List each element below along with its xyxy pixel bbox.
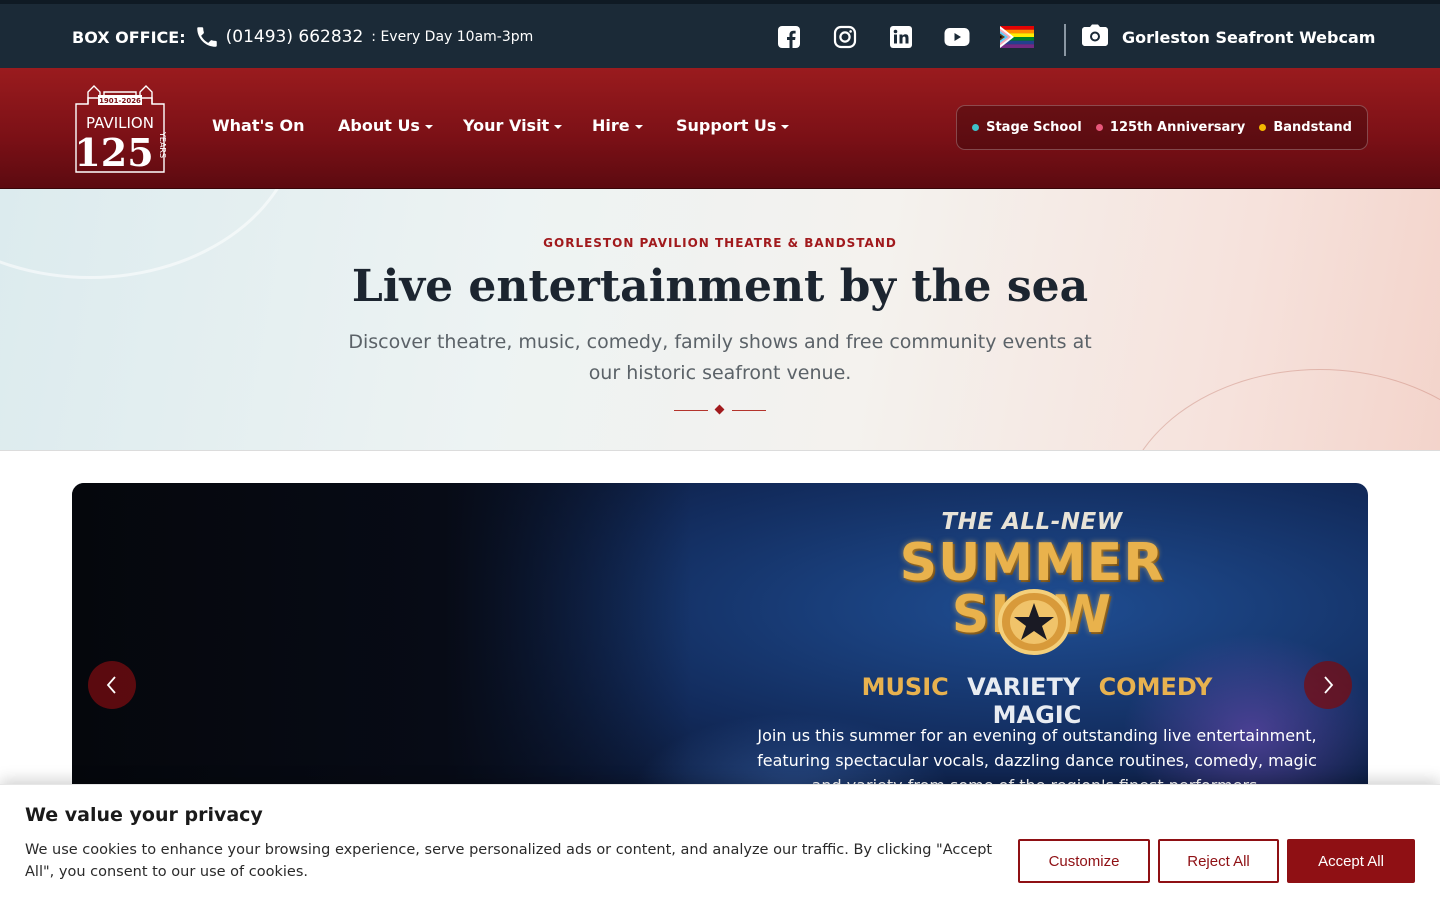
carousel-next-button[interactable] (1304, 661, 1352, 709)
nav-whats-on[interactable]: What's On (212, 116, 304, 135)
nav-hire[interactable]: Hire (592, 116, 643, 135)
chevron-left-icon (106, 676, 116, 694)
facebook-icon[interactable] (776, 22, 802, 52)
genre-variety: VARIETY (967, 673, 1081, 701)
show-kicker: THE ALL-NEW (941, 509, 1123, 535)
logo-number: 125 (74, 130, 153, 174)
divider-ornament (674, 404, 766, 415)
logo-suffix: YEARS (158, 131, 166, 158)
webcam-link[interactable]: Gorleston Seafront Webcam (1082, 22, 1375, 52)
chevron-down-icon (424, 124, 433, 129)
phone-number-link[interactable]: (01493) 662832 (226, 27, 364, 47)
decorative-arc (1120, 369, 1440, 450)
pavilion-125-logo[interactable]: 1901-2026 PAVILION 125 YEARS (74, 82, 167, 175)
customize-button[interactable]: Customize (1018, 839, 1150, 883)
main-navigation: 1901-2026 PAVILION 125 YEARS What's On A… (0, 68, 1440, 189)
genre-comedy: COMEDY (1098, 673, 1213, 701)
youtube-icon[interactable] (942, 22, 972, 52)
webcam-label: Gorleston Seafront Webcam (1122, 27, 1376, 47)
nav-support-us-label: Support Us (676, 116, 777, 135)
genre-music: MUSIC (861, 673, 949, 701)
nav-about-us-label: About Us (338, 116, 420, 135)
cookie-title: We value your privacy (25, 804, 263, 826)
nav-hire-label: Hire (592, 116, 630, 135)
chevron-right-icon (1324, 676, 1334, 694)
teal-dot-icon (972, 124, 980, 131)
phone-icon (194, 24, 220, 50)
box-office-label: BOX OFFICE: (72, 27, 186, 47)
show-title-line-1: SUMMER (899, 533, 1165, 593)
cookie-consent-banner: We value your privacy We use cookies to … (0, 784, 1440, 900)
chevron-down-icon (554, 124, 563, 129)
nav-support-us[interactable]: Support Us (676, 116, 790, 135)
show-genres: MUSIC VARIETY COMEDY MAGIC (842, 673, 1232, 729)
hero-eyebrow: GORLESTON PAVILION THEATRE & BANDSTAND (543, 236, 897, 250)
quick-link-stage-school[interactable]: Stage School (972, 120, 1082, 135)
nav-your-visit[interactable]: Your Visit (463, 116, 563, 135)
hero-section: GORLESTON PAVILION THEATRE & BANDSTAND L… (0, 189, 1440, 451)
chevron-down-icon (634, 124, 643, 129)
top-bar: BOX OFFICE: (01493) 662832 : Every Day 1… (0, 0, 1440, 68)
quick-link-bandstand[interactable]: Bandstand (1259, 120, 1352, 135)
nav-your-visit-label: Your Visit (463, 116, 550, 135)
star-icon (996, 587, 1072, 657)
carousel-prev-button[interactable] (88, 661, 136, 709)
chevron-down-icon (781, 124, 790, 129)
nav-whats-on-label: What's On (212, 116, 305, 135)
yellow-dot-icon (1259, 124, 1267, 131)
camera-icon (1082, 24, 1108, 50)
nav-about-us[interactable]: About Us (338, 116, 433, 135)
cookie-text: We use cookies to enhance your browsing … (25, 842, 993, 880)
pride-flag-icon[interactable] (1000, 22, 1034, 52)
linkedin-icon[interactable] (888, 22, 914, 52)
quick-link-label: 125th Anniversary (1109, 120, 1246, 135)
box-office-hours: : Every Day 10am-3pm (371, 29, 534, 45)
hero-title: Live entertainment by the sea (351, 261, 1089, 312)
reject-all-button[interactable]: Reject All (1158, 839, 1279, 883)
hero-subtitle: Discover theatre, music, comedy, family … (348, 331, 1092, 384)
box-office: BOX OFFICE: (01493) 662832 : Every Day 1… (72, 22, 533, 52)
instagram-icon[interactable] (832, 22, 858, 52)
quick-link-label: Bandstand (1273, 120, 1352, 135)
logo-years: 1901-2026 (99, 97, 141, 105)
topbar-divider (1064, 24, 1066, 56)
accept-all-button[interactable]: Accept All (1287, 839, 1415, 883)
quick-link-label: Stage School (986, 120, 1082, 135)
quick-links: Stage School 125th Anniversary Bandstand (956, 105, 1368, 150)
pink-dot-icon (1095, 124, 1103, 131)
quick-link-125th-anniversary[interactable]: 125th Anniversary (1095, 120, 1246, 135)
